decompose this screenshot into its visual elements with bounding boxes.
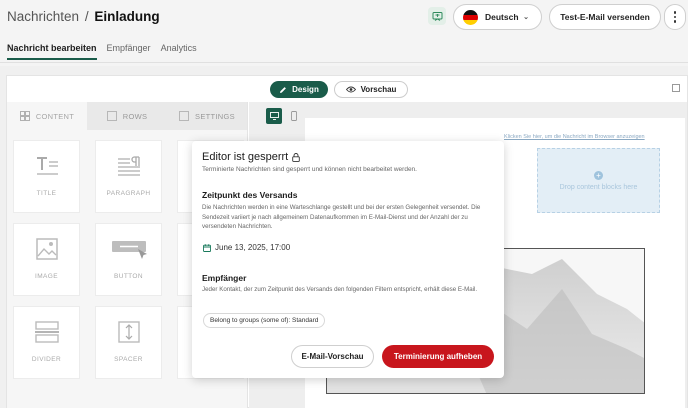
plus-icon: + [594, 170, 603, 180]
recipients-heading: Empfänger [202, 273, 247, 283]
drop-zone[interactable]: + Drop content blocks here [537, 148, 660, 213]
builder-tab-rows[interactable]: ROWS [87, 102, 167, 130]
block-label: TITLE [36, 190, 57, 197]
calendar-icon [203, 243, 211, 252]
image-icon [35, 238, 58, 260]
language-select[interactable]: Deutsch ⌄ [453, 4, 542, 30]
top-bar: Nachrichten / Einladung Deutsch ⌄ Test-E… [0, 0, 688, 66]
dialog-subtitle: Terminierte Nachrichten sind gesperrt un… [202, 166, 417, 173]
block-button[interactable]: BUTTON [95, 223, 162, 296]
design-mode-label: Design [292, 85, 319, 94]
breadcrumb: Nachrichten / Einladung [7, 9, 160, 25]
block-label: DIVIDER [31, 356, 62, 363]
editor-locked-dialog: Editor ist gesperrt Terminierte Nachrich… [192, 141, 504, 378]
block-paragraph[interactable]: PARAGRAPH [95, 140, 162, 213]
paragraph-icon [117, 156, 140, 176]
device-toggle [266, 108, 302, 124]
dialog-title-row: Editor ist gesperrt [202, 151, 300, 163]
tab-analytics[interactable]: Analytics [161, 38, 197, 60]
cancel-schedule-button[interactable]: Terminierung aufheben [382, 345, 494, 368]
lock-icon [292, 152, 300, 162]
spacer-icon [117, 321, 140, 343]
fullscreen-icon[interactable] [672, 84, 680, 92]
builder-tab-label: SETTINGS [195, 111, 235, 121]
title-icon [36, 157, 58, 175]
mobile-view-button[interactable] [286, 108, 302, 124]
drop-zone-text: Drop content blocks here [559, 183, 638, 191]
dialog-title: Editor ist gesperrt [202, 151, 289, 163]
tab-bar: Nachricht bearbeiten Empfänger Analytics [0, 38, 200, 62]
builder-tab-content[interactable]: CONTENT [7, 102, 87, 130]
block-title[interactable]: TITLE [13, 140, 80, 213]
pencil-icon [280, 86, 287, 93]
send-test-email-button[interactable]: Test-E-Mail versenden [549, 4, 661, 30]
filter-chip: Belong to groups (some of): Standard [203, 313, 326, 328]
tab-recipients[interactable]: Empfänger [107, 38, 151, 60]
rows-icon [106, 111, 117, 121]
breadcrumb-parent[interactable]: Nachrichten [7, 9, 79, 24]
block-label: SPACER [114, 356, 143, 363]
block-label: IMAGE [35, 273, 58, 280]
desktop-view-button[interactable] [266, 108, 282, 124]
builder-tab-label: CONTENT [35, 111, 75, 121]
chevron-down-icon: ⌄ [523, 14, 529, 21]
email-preview-button[interactable]: E-Mail-Vorschau [291, 345, 374, 368]
translate-icon[interactable] [428, 7, 446, 25]
scheduled-date-value: June 13, 2025, 17:00 [215, 243, 291, 252]
block-label: PARAGRAPH [106, 190, 151, 197]
builder-tabs: CONTENT ROWS SETTINGS [7, 102, 247, 130]
builder-tab-settings[interactable]: SETTINGS [167, 102, 247, 130]
divider-icon [34, 321, 59, 343]
german-flag-icon [463, 9, 478, 25]
block-image[interactable]: IMAGE [13, 223, 80, 296]
block-spacer[interactable]: SPACER [95, 306, 162, 379]
preview-mode-label: Vorschau [360, 85, 397, 94]
view-in-browser-link[interactable]: Klicken Sie hier, um die Nachricht im Br… [504, 134, 645, 140]
grid-icon [19, 111, 30, 121]
block-divider[interactable]: DIVIDER [13, 306, 80, 379]
page-title: Einladung [94, 9, 160, 24]
divider [0, 62, 688, 63]
tab-edit-message[interactable]: Nachricht bearbeiten [7, 38, 97, 60]
preview-mode-button[interactable]: Vorschau [334, 81, 408, 98]
language-label: Deutsch [485, 12, 519, 22]
scheduled-date: June 13, 2025, 17:00 [203, 243, 290, 252]
desktop-icon [269, 112, 279, 120]
builder-tab-label: ROWS [122, 111, 148, 121]
mobile-icon [291, 111, 297, 121]
mode-switch: Design Vorschau [270, 81, 408, 100]
breadcrumb-separator: / [84, 9, 89, 24]
more-options-button[interactable] [664, 4, 686, 30]
button-icon [111, 241, 147, 259]
eye-icon [345, 86, 356, 93]
design-mode-button[interactable]: Design [270, 81, 328, 98]
block-label: BUTTON [113, 273, 143, 280]
send-time-description: Die Nachrichten werden in eine Warteschl… [202, 204, 481, 230]
settings-icon [179, 111, 190, 121]
send-time-heading: Zeitpunkt des Versands [202, 190, 298, 200]
recipients-description: Jeder Kontakt, der zum Zeitpunkt des Ver… [202, 286, 478, 293]
